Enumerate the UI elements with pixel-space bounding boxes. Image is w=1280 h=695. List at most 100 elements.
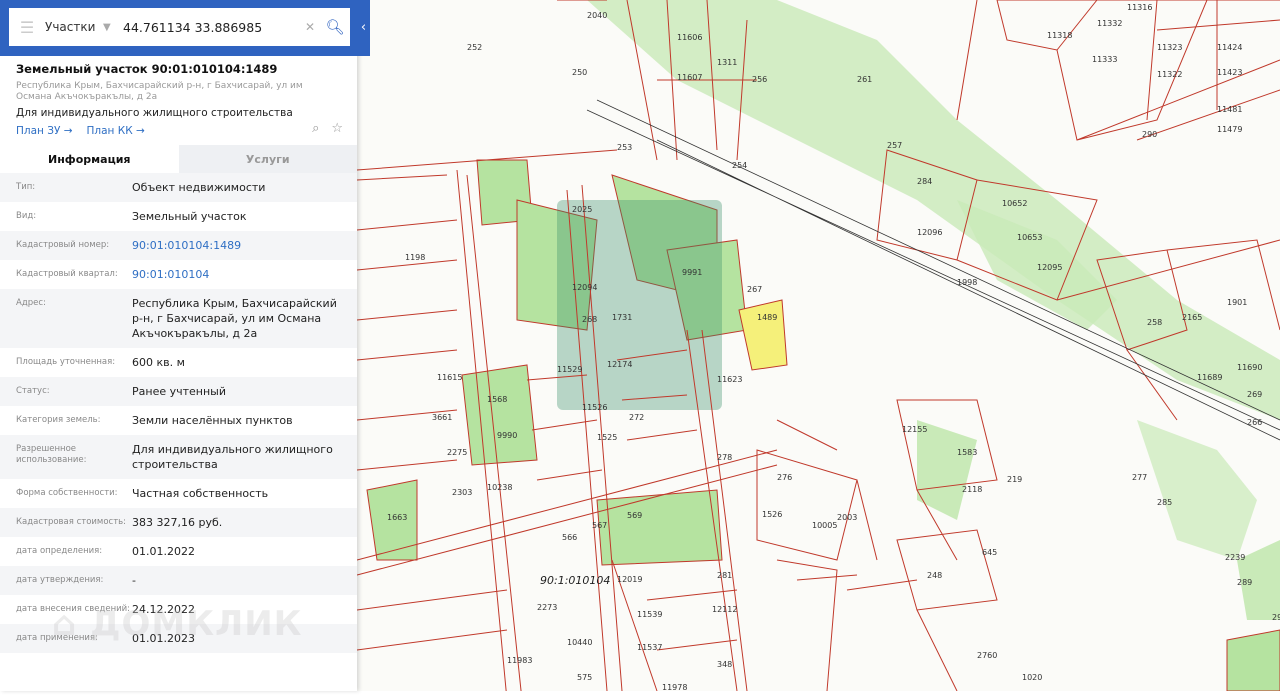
parcel-number-label: 258 xyxy=(1147,318,1162,327)
parcel-number-label: 272 xyxy=(629,413,644,422)
parcel-use: Для индивидуального жилищного строительс… xyxy=(16,107,293,119)
parcel-number-label: 269 xyxy=(1247,390,1262,399)
parcel-number-label: 2118 xyxy=(962,485,982,494)
parcel-number-label: 290 xyxy=(1142,130,1157,139)
tab-info[interactable]: Информация xyxy=(0,145,179,173)
info-row: дата утверждения: - xyxy=(0,566,357,595)
parcel-number-label: 285 xyxy=(1157,498,1172,507)
info-value: - xyxy=(132,574,136,587)
parcel-number-label: 253 xyxy=(617,143,632,152)
parcel-number-label: 10652 xyxy=(1002,199,1027,208)
star-icon[interactable]: ☆ xyxy=(331,121,343,136)
parcel-number-label: 12155 xyxy=(902,425,927,434)
parcel-number-label: 11978 xyxy=(662,683,687,691)
parcel-number-label: 12095 xyxy=(1037,263,1062,272)
info-label: Разрешенное использование: xyxy=(16,444,87,465)
info-value: Земли населённых пунктов xyxy=(132,414,293,427)
menu-icon[interactable]: ☰ xyxy=(9,18,45,37)
info-label: Форма собственности: xyxy=(16,488,118,498)
info-table: Тип: Объект недвижимости Вид: Земельный уча… xyxy=(0,173,357,653)
info-value: 600 кв. м xyxy=(132,356,185,369)
parcel-number-label: 276 xyxy=(777,473,792,482)
info-row: Адрес: Республика Крым, Бахчисарайский р-… xyxy=(0,289,357,348)
parcel-number-label: 2165 xyxy=(1182,313,1202,322)
locate-icon[interactable]: ⌕ xyxy=(312,121,319,136)
info-value[interactable]: 90:01:010104:1489 xyxy=(132,238,357,253)
parcel-number-label: 1198 xyxy=(405,253,425,262)
collapse-panel-button[interactable]: ‹ xyxy=(357,10,370,44)
search-input[interactable]: 44.761134 33.886985 xyxy=(123,20,300,35)
parcel-number-label: 277 xyxy=(1132,473,1147,482)
info-row: Кадастровый номер: 90:01:010104:1489 xyxy=(0,231,357,260)
parcel-number-label: 566 xyxy=(562,533,577,542)
parcel-number-label: 248 xyxy=(927,571,942,580)
map-canvas[interactable]: 2040 11606 11607 1311 252 250 256 261 11318 11316… xyxy=(356,0,1280,695)
parcel-number-label: 257 xyxy=(887,141,902,150)
parcel-title: Земельный участок 90:01:010104:1489 xyxy=(16,62,278,76)
tab-services[interactable]: Услуги xyxy=(178,145,357,173)
parcel-number-label: 11606 xyxy=(677,33,702,42)
parcel-number-label: 254 xyxy=(732,161,747,170)
info-label: Вид: xyxy=(16,211,37,221)
parcel-number-label: 11333 xyxy=(1092,55,1117,64)
info-value: Для индивидуального жилищного строительс… xyxy=(132,443,333,471)
parcel-number-label: 11322 xyxy=(1157,70,1182,79)
info-row: Тип: Объект недвижимости xyxy=(0,173,357,202)
info-label: Адрес: xyxy=(16,298,46,308)
parcel-number-label: 11690 xyxy=(1237,363,1262,372)
info-label: Категория земель: xyxy=(16,415,101,425)
parcel-number-label: 575 xyxy=(577,673,592,682)
parcel-header: Земельный участок 90:01:010104:1489 Респ… xyxy=(0,56,357,141)
info-value: Частная собственность xyxy=(132,487,269,500)
parcel-number-label: 11539 xyxy=(637,610,662,619)
parcel-number-label: 2025 xyxy=(572,205,592,214)
parcel-number-label: 2239 xyxy=(1225,553,1245,562)
parcel-number-label: 11623 xyxy=(717,375,742,384)
search-icon[interactable]: 🔍︎ xyxy=(320,18,350,36)
parcel-number-label: 10238 xyxy=(487,483,512,492)
info-value: Объект недвижимости xyxy=(132,181,266,194)
parcel-number-label: 569 xyxy=(627,511,642,520)
info-value: Ранее учтенный xyxy=(132,385,226,398)
layer-select[interactable]: Участки xyxy=(45,20,103,34)
parcel-number-label: 567 xyxy=(592,521,607,530)
parcel-number-label: 1998 xyxy=(957,278,977,287)
parcel-number-label: 1583 xyxy=(957,448,977,457)
parcel-number-label: 281 xyxy=(717,571,732,580)
parcel-number-label: 11316 xyxy=(1127,3,1152,12)
info-label: дата утверждения: xyxy=(16,575,104,585)
parcel-number-label: 2003 xyxy=(837,513,857,522)
parcel-number-label: 11615 xyxy=(437,373,462,382)
info-label: Площадь уточненная: xyxy=(16,357,116,367)
info-label: Тип: xyxy=(16,182,36,192)
parcel-number-label: 2760 xyxy=(977,651,997,660)
parcel-number-label: 11529 xyxy=(557,365,582,374)
info-value: 383 327,16 руб. xyxy=(132,516,223,529)
parcel-number-label: 2040 xyxy=(587,11,607,20)
chevron-down-icon[interactable]: ▼ xyxy=(103,22,123,33)
parcel-number-label: 9990 xyxy=(497,431,517,440)
clear-icon[interactable]: ✕ xyxy=(300,20,320,34)
parcel-number-label: 3661 xyxy=(432,413,452,422)
info-panel: Земельный участок 90:01:010104:1489 Респ… xyxy=(0,0,357,691)
parcel-number-label: 219 xyxy=(1007,475,1022,484)
info-label: Статус: xyxy=(16,386,50,396)
parcel-number-label: 12019 xyxy=(617,575,642,584)
plan-zu-link[interactable]: План ЗУ → xyxy=(16,125,73,137)
parcel-number-label: 1901 xyxy=(1227,298,1247,307)
parcel-number-label: 11332 xyxy=(1097,19,1122,28)
parcel-number-label: 11537 xyxy=(637,643,662,652)
info-row: Статус: Ранее учтенный xyxy=(0,377,357,406)
selected-parcel-1489[interactable] xyxy=(738,299,788,371)
plan-kk-link[interactable]: План КК → xyxy=(87,125,145,137)
parcel-number-label: 266 xyxy=(1247,418,1262,427)
info-value[interactable]: 90:01:010104 xyxy=(132,267,357,282)
cadastral-map[interactable]: 2040 11606 11607 1311 252 250 256 261 11318 11316… xyxy=(356,0,1280,695)
parcel-number-label: 1731 xyxy=(612,313,632,322)
parcel-number-label: 12094 xyxy=(572,283,597,292)
parcel-number-label: 1489 xyxy=(757,313,777,322)
parcel-number-label: 11423 xyxy=(1217,68,1242,77)
parcel-number-label: 278 xyxy=(717,453,732,462)
parcel-number-label: 1568 xyxy=(487,395,507,404)
parcel-number-label: 11481 xyxy=(1217,105,1242,114)
